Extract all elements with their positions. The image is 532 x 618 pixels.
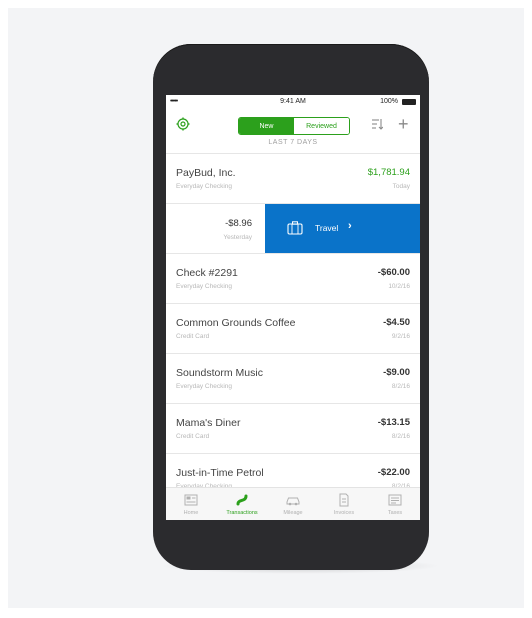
chevron-right-icon: › <box>348 220 352 232</box>
filter-icon[interactable] <box>371 118 383 130</box>
transaction-account: Everyday Checking <box>176 283 232 290</box>
nav-bar: New Reviewed + LAST 7 DAYS <box>166 109 420 153</box>
transaction-name: Check #2291 <box>176 267 238 279</box>
app-screen: ••••• 9:41 AM 100% New Reviewed + LAST 7… <box>166 95 420 520</box>
transaction-name: Soundstorm Music <box>176 367 263 379</box>
transaction-account: Credit Card <box>176 433 210 440</box>
transaction-date: 10/2/16 <box>388 283 410 290</box>
transaction-date: Yesterday <box>223 234 252 241</box>
transaction-name: Just-in-Time Petrol <box>176 467 264 479</box>
segmented-control: New Reviewed <box>238 117 350 135</box>
segment-reviewed[interactable]: Reviewed <box>294 118 349 134</box>
transaction-amount: -$22.00 <box>377 467 410 478</box>
transaction-amount: -$60.00 <box>377 267 410 278</box>
battery-icon <box>402 99 416 105</box>
add-icon[interactable]: + <box>398 115 409 133</box>
tab-label: Taxes <box>387 510 403 516</box>
transaction-date: Today <box>392 183 410 190</box>
transaction-row[interactable]: Common Grounds Coffee Credit Card -$4.50… <box>166 303 420 354</box>
tab-label: Invoices <box>333 510 355 516</box>
car-icon <box>286 497 300 506</box>
transaction-amount: $1,781.94 <box>367 167 410 178</box>
invoice-icon <box>339 493 349 507</box>
transaction-account: Everyday Checking <box>176 183 232 190</box>
transaction-row-swiped[interactable]: -$8.96 Yesterday Travel › <box>166 203 420 254</box>
transaction-account: Everyday Checking <box>176 383 232 390</box>
travel-label: Travel <box>315 223 339 233</box>
transaction-amount: -$4.50 <box>383 317 410 328</box>
transaction-row[interactable]: PayBud, Inc. Everyday Checking $1,781.94… <box>166 153 420 204</box>
transaction-amount: -$13.15 <box>377 417 410 428</box>
transaction-date: 8/2/16 <box>391 433 410 440</box>
transactions-icon <box>236 494 248 506</box>
taxes-icon <box>388 494 402 506</box>
tab-transactions[interactable]: Transactions <box>217 488 267 520</box>
date-range-label: LAST 7 DAYS <box>268 139 318 146</box>
tab-label: Mileage <box>283 510 303 516</box>
transaction-row[interactable]: Mama's Diner Credit Card -$13.15 8/2/16 <box>166 403 420 454</box>
status-bar: ••••• 9:41 AM 100% <box>166 95 420 109</box>
home-icon <box>184 494 198 506</box>
categorize-travel-button[interactable]: Travel › <box>265 204 420 254</box>
transaction-name: PayBud, Inc. <box>176 167 236 179</box>
transaction-row[interactable]: Check #2291 Everyday Checking -$60.00 10… <box>166 253 420 304</box>
gear-icon[interactable] <box>176 117 190 131</box>
tab-bar: Home Transactions Mileage Invoices Taxes <box>166 487 420 520</box>
transaction-date: 8/2/16 <box>391 383 410 390</box>
transaction-name: Common Grounds Coffee <box>176 317 296 329</box>
transaction-row[interactable]: Soundstorm Music Everyday Checking -$9.0… <box>166 353 420 404</box>
transaction-amount: -$9.00 <box>383 367 410 378</box>
transaction-date: 9/2/16 <box>391 333 410 340</box>
transaction-name: Mama's Diner <box>176 417 241 429</box>
tab-home[interactable]: Home <box>166 488 216 520</box>
segment-new[interactable]: New <box>239 118 294 134</box>
tab-taxes[interactable]: Taxes <box>370 488 420 520</box>
suitcase-icon <box>287 221 303 235</box>
transaction-amount: -$8.96 <box>225 218 252 229</box>
tab-mileage[interactable]: Mileage <box>268 488 318 520</box>
tab-label: Transactions <box>226 510 258 516</box>
transaction-account: Credit Card <box>176 333 210 340</box>
battery-percent: 100% <box>380 98 398 105</box>
tab-invoices[interactable]: Invoices <box>319 488 369 520</box>
tab-label: Home <box>183 510 199 516</box>
